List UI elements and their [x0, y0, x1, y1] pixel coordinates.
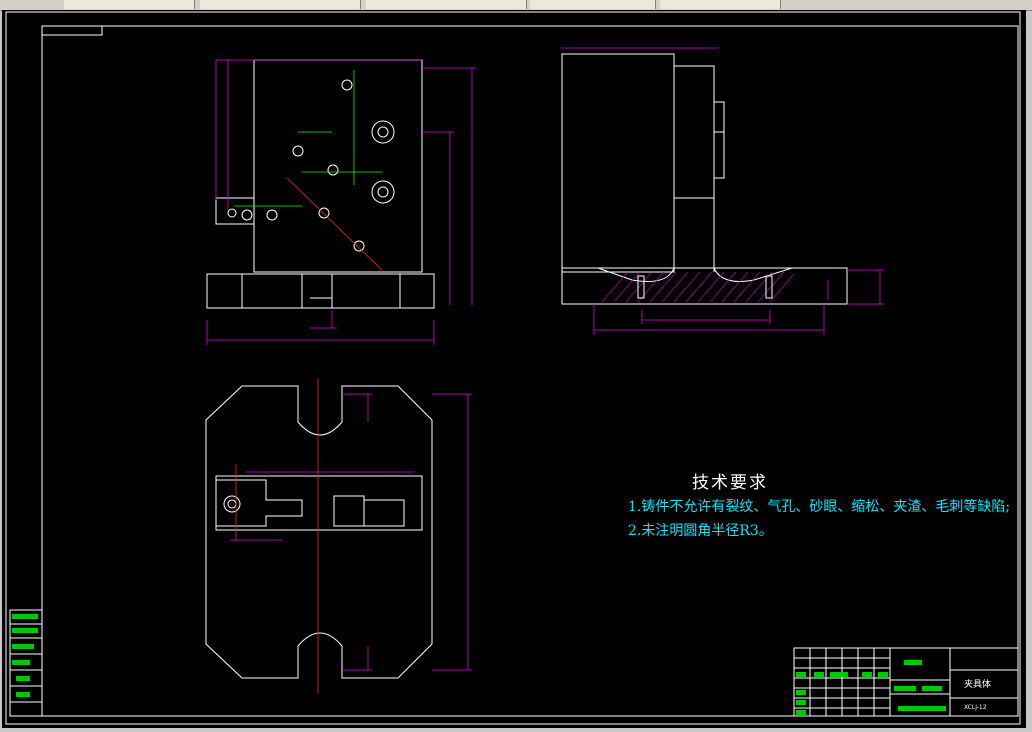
corner-tag — [41, 25, 103, 36]
margin-label-4 — [12, 660, 30, 665]
title-block-label-c — [898, 706, 946, 711]
tab-4[interactable] — [530, 0, 656, 9]
margin-label-1 — [12, 614, 38, 619]
cad-drawing-canvas[interactable]: 技术要求 1.铸件不允许有裂纹、气孔、砂眼、缩松、夹渣、毛刺等缺陷; 2.未注明… — [2, 10, 1026, 728]
front-view — [206, 59, 476, 345]
tech-requirement-1: 1.铸件不允许有裂纹、气孔、砂眼、缩松、夹渣、毛刺等缺陷; — [628, 499, 1011, 515]
title-block-cell-2 — [814, 672, 824, 677]
tab-1[interactable] — [64, 0, 195, 9]
title-block-label-b — [922, 686, 942, 691]
outer-border — [5, 11, 1021, 725]
title-block-cell-8 — [796, 710, 806, 715]
title-block-cell-1 — [796, 672, 806, 677]
title-block-label-company — [904, 660, 922, 665]
title-block-cell-4 — [862, 672, 872, 677]
tech-requirements-heading: 技术要求 — [692, 473, 768, 493]
margin-label-5 — [16, 676, 30, 681]
inner-border — [41, 25, 1019, 717]
margin-label-6 — [16, 692, 30, 697]
tab-2[interactable] — [200, 0, 361, 9]
drawing-sheet — [5, 11, 1021, 725]
title-block-label-a — [894, 686, 916, 691]
tab-3[interactable] — [366, 0, 527, 9]
side-view — [561, 47, 884, 335]
title-block-part-name: 夹具体 — [964, 680, 992, 690]
title-block-cell-5 — [878, 672, 888, 677]
title-block-cell-6 — [796, 690, 806, 695]
tab-5[interactable] — [660, 0, 781, 9]
title-block-cell-3 — [830, 672, 848, 677]
tech-requirement-2: 2.未注明圆角半径R3。 — [628, 523, 773, 539]
title-block-drawing-code: XCLJ-12 — [964, 704, 987, 711]
top-view — [205, 378, 472, 694]
title-block-cell-7 — [796, 700, 806, 705]
margin-label-3 — [12, 644, 34, 649]
margin-label-2 — [12, 628, 38, 633]
